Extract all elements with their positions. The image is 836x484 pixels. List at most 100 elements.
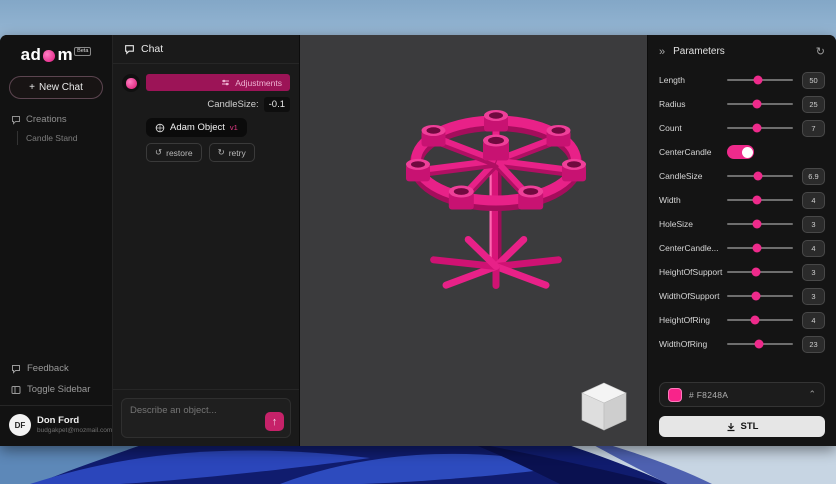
param-row-candlesize: CandleSize 6.9 bbox=[659, 167, 825, 185]
param-slider[interactable] bbox=[727, 315, 793, 325]
slider-thumb[interactable] bbox=[752, 123, 762, 133]
chat-input[interactable] bbox=[130, 405, 250, 416]
param-slider[interactable] bbox=[727, 339, 793, 349]
param-row-count: Count 7 bbox=[659, 119, 825, 137]
reset-parameters-icon[interactable]: ↻ bbox=[816, 45, 825, 58]
param-slider[interactable] bbox=[727, 219, 793, 229]
collapse-panel-icon[interactable]: » bbox=[659, 46, 665, 58]
param-slider[interactable] bbox=[727, 123, 793, 133]
app-window: ad m Beta + New Chat Creations Candle St… bbox=[0, 35, 836, 446]
param-value: 3 bbox=[802, 287, 825, 305]
feedback-link[interactable]: Feedback bbox=[0, 358, 112, 379]
assistant-avatar bbox=[122, 74, 140, 92]
adjustments-label: Adjustments bbox=[235, 77, 282, 88]
toggle-sidebar-label: Toggle Sidebar bbox=[27, 384, 91, 395]
candle-stand-model[interactable] bbox=[384, 67, 609, 292]
param-label: HeightOfRing bbox=[659, 315, 711, 325]
param-label: CandleSize bbox=[659, 171, 703, 181]
param-row-length: Length 50 bbox=[659, 71, 825, 89]
param-row-widthofring: WidthOfRing 23 bbox=[659, 335, 825, 353]
user-name: Don Ford bbox=[37, 415, 80, 426]
color-hex-value: # F8248A bbox=[689, 389, 729, 400]
param-label: Length bbox=[659, 75, 685, 85]
param-label: Radius bbox=[659, 99, 686, 109]
app-logo: ad m Beta bbox=[0, 41, 112, 67]
chevron-up-icon[interactable]: ⌃ bbox=[808, 389, 816, 400]
slider-thumb[interactable] bbox=[752, 99, 762, 109]
send-button[interactable]: ↑ bbox=[265, 412, 284, 431]
param-row-heightofring: HeightOfRing 4 bbox=[659, 311, 825, 329]
color-picker-row[interactable]: # F8248A ⌃ bbox=[659, 382, 825, 407]
slider-thumb[interactable] bbox=[751, 267, 761, 277]
param-value: 3 bbox=[802, 215, 825, 233]
param-slider[interactable] bbox=[727, 267, 793, 277]
logo-text-left: ad bbox=[20, 45, 42, 64]
creation-item-candle-stand[interactable]: Candle Stand bbox=[17, 131, 112, 145]
param-row-widthofsupport: WidthOfSupport 3 bbox=[659, 287, 825, 305]
param-slider[interactable] bbox=[727, 291, 793, 301]
speech-bubble-icon bbox=[11, 115, 21, 125]
parameters-header: » Parameters ↻ bbox=[659, 45, 825, 59]
param-value: 25 bbox=[802, 95, 825, 113]
param-label: Count bbox=[659, 123, 682, 133]
chat-input-box[interactable]: ↑ bbox=[121, 398, 291, 438]
slider-thumb[interactable] bbox=[750, 315, 760, 325]
3d-viewport[interactable] bbox=[300, 35, 647, 446]
slider-thumb[interactable] bbox=[753, 171, 763, 181]
toggle-sidebar-link[interactable]: Toggle Sidebar bbox=[0, 379, 112, 400]
param-slider[interactable] bbox=[727, 171, 793, 181]
sidebar-item-creations[interactable]: Creations bbox=[0, 114, 112, 125]
param-label: WidthOfSupport bbox=[659, 291, 720, 301]
adjustments-header[interactable]: Adjustments bbox=[146, 74, 290, 91]
new-chat-label: New Chat bbox=[38, 82, 83, 93]
sliders-icon bbox=[221, 78, 230, 87]
param-slider[interactable] bbox=[727, 99, 793, 109]
param-label: HeightOfSupport bbox=[659, 267, 723, 277]
slider-thumb[interactable] bbox=[752, 243, 762, 253]
chat-header: Chat bbox=[113, 35, 299, 64]
adjustment-param-name: CandleSize: bbox=[207, 99, 259, 110]
param-label: Width bbox=[659, 195, 681, 205]
message-bubble: Adjustments CandleSize: -0.1 Adam Object… bbox=[146, 74, 290, 162]
object-chip-label: Adam Object bbox=[170, 122, 225, 133]
param-row-centercandle-size: CenterCandle... 4 bbox=[659, 239, 825, 257]
sidebar-toggle-icon bbox=[11, 385, 21, 395]
new-chat-button[interactable]: + New Chat bbox=[9, 76, 103, 99]
restore-button[interactable]: ↺ restore bbox=[146, 143, 202, 162]
sidebar: ad m Beta + New Chat Creations Candle St… bbox=[0, 35, 112, 446]
param-slider[interactable] bbox=[727, 243, 793, 253]
slider-thumb[interactable] bbox=[754, 339, 764, 349]
retry-button[interactable]: ↻ retry bbox=[208, 143, 255, 162]
slider-thumb[interactable] bbox=[752, 195, 762, 205]
chat-title: Chat bbox=[141, 43, 164, 55]
param-value: 4 bbox=[802, 311, 825, 329]
assistant-blob-icon bbox=[125, 77, 137, 89]
restore-icon: ↺ bbox=[155, 147, 163, 157]
param-value: 23 bbox=[802, 335, 825, 353]
parameters-footer: # F8248A ⌃ STL bbox=[659, 382, 825, 437]
adjustment-entry: CandleSize: -0.1 bbox=[207, 97, 290, 112]
centercandle-toggle[interactable] bbox=[727, 145, 754, 159]
param-slider[interactable] bbox=[727, 195, 793, 205]
download-stl-button[interactable]: STL bbox=[659, 416, 825, 437]
sidebar-bottom: Feedback Toggle Sidebar DF Don Ford budg… bbox=[0, 358, 112, 438]
slider-thumb[interactable] bbox=[753, 75, 763, 85]
parameters-title: Parameters bbox=[673, 46, 725, 57]
param-slider[interactable] bbox=[727, 75, 793, 85]
param-label: HoleSize bbox=[659, 219, 694, 229]
desktop-wallpaper-top bbox=[0, 0, 836, 40]
slider-thumb[interactable] bbox=[751, 291, 761, 301]
logo-text-right: m bbox=[57, 45, 74, 64]
param-value: 50 bbox=[802, 71, 825, 89]
restore-label: restore bbox=[166, 147, 193, 158]
param-row-centercandle: CenterCandle bbox=[659, 144, 825, 160]
slider-thumb[interactable] bbox=[752, 219, 762, 229]
color-swatch[interactable] bbox=[668, 387, 682, 402]
view-gizmo-cube[interactable] bbox=[577, 380, 631, 436]
adam-object-chip[interactable]: Adam Object v1 bbox=[146, 118, 247, 137]
user-profile[interactable]: DF Don Ford budgakpet@mozmail.com bbox=[0, 405, 112, 438]
param-label: CenterCandle... bbox=[659, 243, 719, 253]
toggle-knob bbox=[741, 146, 753, 158]
send-arrow-icon: ↑ bbox=[271, 415, 278, 428]
param-row-radius: Radius 25 bbox=[659, 95, 825, 113]
